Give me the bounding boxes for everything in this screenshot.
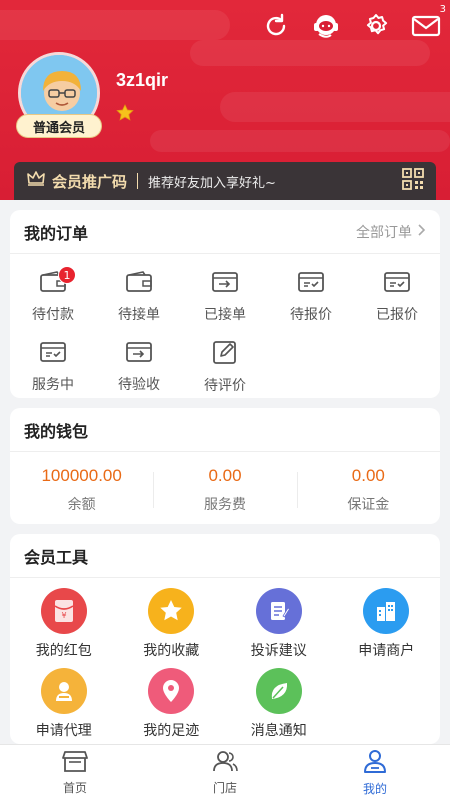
tool-label: 我的红包 (35, 643, 92, 659)
box-check-icon (383, 270, 411, 298)
wallet-service-fee[interactable]: 0.00 服务费 (153, 466, 296, 514)
profile-header: 3 普通会员 3z1qir 会员推广码 推荐好友加入享好礼~ (0, 0, 450, 200)
wallet-row: 100000.00 余额 0.00 服务费 0.00 保证金 (10, 452, 440, 528)
order-pending-inspection[interactable]: 待验收 (96, 332, 182, 402)
order-label: 已接单 (204, 307, 246, 323)
qr-code-icon[interactable] (402, 168, 424, 194)
customer-service-icon[interactable] (310, 10, 342, 42)
tool-footprints[interactable]: 我的足迹 (118, 664, 226, 744)
location-icon (148, 668, 195, 714)
wallet-value: 0.00 (351, 466, 385, 485)
wallet-balance[interactable]: 100000.00 余额 (10, 466, 153, 514)
order-pending-accept[interactable]: 待接单 (96, 262, 182, 332)
order-label: 服务中 (32, 377, 74, 393)
nav-label: 首页 (62, 781, 87, 795)
star-icon (148, 588, 195, 634)
order-count-badge: 1 (58, 266, 76, 284)
order-label: 待报价 (290, 307, 332, 323)
order-pending-payment[interactable]: 1 待付款 (10, 262, 96, 332)
order-label: 待付款 (32, 307, 74, 323)
orders-header: 我的订单 全部订单 (10, 210, 440, 254)
box-check-icon (39, 340, 67, 368)
wallet-card: 我的钱包 100000.00 余额 0.00 服务费 0.00 保证金 (10, 408, 440, 524)
chevron-right-icon (418, 223, 426, 240)
tool-apply-merchant[interactable]: 申请商户 (333, 584, 441, 664)
box-arrow-icon (125, 340, 153, 368)
promo-divider (137, 173, 139, 189)
red-packet-icon: ¥ (40, 588, 87, 634)
orders-title: 我的订单 (24, 223, 89, 243)
tool-label: 我的足迹 (143, 723, 200, 739)
leaf-icon (255, 668, 302, 714)
edit-icon (212, 339, 238, 369)
order-pending-review[interactable]: 待评价 (182, 332, 268, 402)
nav-mine[interactable]: 我的 (300, 745, 450, 800)
mail-count-badge: 3 (439, 4, 446, 15)
all-orders-label: 全部订单 (356, 224, 412, 241)
tool-label: 投诉建议 (250, 643, 307, 659)
wallet-title: 我的钱包 (24, 421, 89, 441)
tool-notifications[interactable]: 消息通知 (225, 664, 333, 744)
order-label: 待接单 (118, 307, 160, 323)
orders-grid: 1 待付款 待接单 已接单 待报价 已报价 服务中 待验收 待评价 (10, 254, 440, 402)
all-orders-link[interactable]: 全部订单 (356, 222, 426, 242)
tool-complaints[interactable]: 投诉建议 (225, 584, 333, 664)
promo-subtitle: 推荐好友加入享好礼~ (148, 175, 276, 191)
svg-text:¥: ¥ (61, 611, 66, 620)
nav-label: 我的 (362, 782, 387, 796)
tools-title: 会员工具 (24, 547, 89, 567)
bottom-nav: 首页 门店 我的 (0, 744, 450, 800)
box-check-icon (297, 270, 325, 298)
order-in-service[interactable]: 服务中 (10, 332, 96, 402)
header-actions: 3 (260, 4, 446, 42)
box-arrow-icon (211, 270, 239, 298)
tool-red-packet[interactable]: ¥ 我的红包 (10, 584, 118, 664)
tool-label: 我的收藏 (143, 643, 200, 659)
order-label: 待验收 (118, 377, 160, 393)
star-badge-icon (116, 104, 134, 126)
nav-stores[interactable]: 门店 (150, 745, 300, 800)
tools-card: 会员工具 ¥ 我的红包 我的收藏 投诉建议 申请商户 申请代理 我的足迹 消息通… (10, 534, 440, 744)
tool-label: 申请商户 (358, 643, 415, 659)
promo-title: 会员推广码 (52, 172, 128, 191)
crown-icon (26, 170, 46, 192)
refresh-icon[interactable] (260, 10, 292, 42)
order-label: 待评价 (204, 378, 246, 394)
member-level-badge: 普通会员 (16, 114, 102, 138)
wallet-label: 服务费 (203, 497, 246, 513)
wallet-deposit[interactable]: 0.00 保证金 (296, 466, 440, 514)
wallet-icon (125, 270, 153, 298)
promo-code-bar[interactable]: 会员推广码 推荐好友加入享好礼~ (14, 162, 436, 200)
profile-icon (362, 748, 388, 778)
agent-icon (40, 668, 87, 714)
orders-card: 我的订单 全部订单 1 待付款 待接单 已接单 待报价 已报价 服务中 待验收 … (10, 210, 440, 398)
tool-favorites[interactable]: 我的收藏 (118, 584, 226, 664)
nav-home[interactable]: 首页 (0, 745, 150, 800)
wallet-label: 保证金 (347, 497, 390, 513)
order-label: 已报价 (376, 307, 418, 323)
tools-grid: ¥ 我的红包 我的收藏 投诉建议 申请商户 申请代理 我的足迹 消息通知 (10, 578, 440, 744)
tool-apply-agent[interactable]: 申请代理 (10, 664, 118, 744)
order-quoted[interactable]: 已报价 (354, 262, 440, 332)
tool-label: 消息通知 (250, 723, 307, 739)
wallet-label: 余额 (67, 497, 96, 513)
store-icon (62, 749, 88, 777)
wallet-header: 我的钱包 (10, 408, 440, 452)
settings-icon[interactable] (360, 10, 392, 42)
complaint-icon (255, 588, 302, 634)
mail-icon[interactable]: 3 (410, 4, 446, 42)
users-icon (211, 749, 239, 777)
tools-header: 会员工具 (10, 534, 440, 578)
tool-label: 申请代理 (35, 723, 92, 739)
wallet-value: 100000.00 (41, 466, 122, 485)
nav-label: 门店 (212, 781, 237, 795)
order-accepted[interactable]: 已接单 (182, 262, 268, 332)
wallet-value: 0.00 (208, 466, 242, 485)
order-pending-quote[interactable]: 待报价 (268, 262, 354, 332)
building-icon (363, 588, 410, 634)
username: 3z1qir (116, 70, 169, 90)
